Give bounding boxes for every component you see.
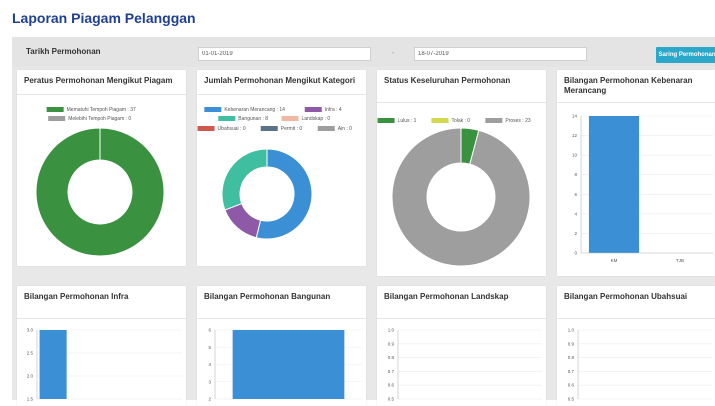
- y-tick-label: 3.0: [27, 328, 34, 333]
- card-kebenaran: Bilangan Permohonan Kebenaran Merancang …: [557, 70, 715, 276]
- date-from-input[interactable]: [198, 47, 371, 61]
- y-tick-label: 4: [574, 211, 577, 216]
- date-filter-label: Tarikh Permohonan: [26, 47, 101, 56]
- legend-swatch: [431, 118, 449, 123]
- card-piagam: Peratus Permohonan Mengikut Piagam Memat…: [17, 70, 186, 266]
- bar: [588, 116, 640, 253]
- legend-swatch: [48, 116, 66, 121]
- y-tick-label: 12: [572, 133, 578, 138]
- legend-label: Ubahsuai : 0: [218, 126, 246, 132]
- y-tick-label: 4: [208, 362, 211, 367]
- y-tick-label: 14: [572, 114, 578, 119]
- filter-applications-button[interactable]: Saring Permohonan: [656, 47, 715, 63]
- legend-swatch: [46, 107, 64, 112]
- y-tick-label: 1.0: [388, 328, 395, 333]
- y-tick-label: 5: [208, 345, 211, 350]
- legend-label: Mematuhi Tempoh Piagam : 37: [67, 107, 136, 113]
- legend-swatch: [260, 126, 278, 131]
- legend-label: Kebenaran Merancang : 14: [224, 107, 285, 113]
- y-tick-label: 0.5: [568, 397, 575, 402]
- y-tick-label: 2.0: [27, 374, 34, 379]
- legend-label: Bangunan : 8: [238, 116, 268, 122]
- date-to-input[interactable]: [414, 47, 587, 61]
- y-tick-label: 2.5: [27, 351, 34, 356]
- legend-swatch: [204, 107, 222, 112]
- card-infra: Bilangan Permohonan Infra 1.5 2.0 2.5 3.0: [17, 286, 186, 406]
- x-tick-label: KM: [611, 258, 618, 263]
- legend-swatch: [485, 118, 503, 123]
- card-ubahsuai: Bilangan Permohonan Ubahsuai 0.5 0.6 0.7 0.…: [557, 286, 715, 406]
- legend-label: Ain : 0: [338, 126, 352, 132]
- y-tick-label: 0.9: [388, 341, 395, 346]
- y-tick-label: 6: [574, 192, 577, 197]
- kebenaran-bar-chart: 0 2 4 6 8 10 12 14 KM TJB: [572, 114, 713, 263]
- date-range-separator: -: [392, 50, 395, 57]
- legend-label: Infra : 4: [325, 107, 342, 113]
- y-tick-label: 0.9: [568, 341, 575, 346]
- donut-slice: [35, 127, 165, 257]
- page-title: Laporan Piagam Pelanggan: [12, 10, 196, 26]
- legend-label: Landskap : 0: [302, 116, 331, 122]
- donut-slice: [221, 148, 268, 211]
- infra-bar-chart: 1.5 2.0 2.5 3.0: [27, 328, 182, 402]
- donut-slice: [224, 202, 262, 239]
- y-tick-label: 0.7: [388, 369, 395, 374]
- landskap-bar-chart: 0.5 0.6 0.7 0.8 0.9 1.0: [388, 328, 542, 402]
- y-tick-label: 10: [572, 153, 578, 158]
- y-tick-label: 0.8: [388, 355, 395, 360]
- x-tick-label: TJB: [676, 258, 684, 263]
- legend-label: Tolak : 0: [451, 118, 470, 124]
- y-tick-label: 1.0: [568, 328, 575, 333]
- kategori-donut-chart: Kebenaran Merancang : 14 Infra : 4 Banguna…: [197, 107, 352, 240]
- bar: [39, 330, 67, 399]
- legend-swatch: [377, 118, 395, 123]
- legend-swatch: [218, 116, 236, 121]
- filter-bar: Tarikh Permohonan - Saring Permohonan: [12, 37, 715, 67]
- y-tick-label: 1.5: [27, 397, 34, 402]
- card-bangunan: Bilangan Permohonan Bangunan 23456: [197, 286, 366, 406]
- y-tick-label: 0.7: [568, 369, 575, 374]
- bar: [232, 330, 345, 399]
- card-status: Status Keseluruhan Permohonan Lulus : 1T…: [377, 70, 546, 276]
- y-tick-label: 0.8: [568, 355, 575, 360]
- legend-swatch: [281, 116, 299, 121]
- y-tick-label: 0.6: [388, 383, 395, 388]
- y-tick-label: 0: [574, 251, 577, 256]
- y-tick-label: 2: [208, 397, 211, 402]
- legend-swatch: [317, 126, 335, 131]
- legend-swatch: [197, 126, 215, 131]
- y-tick-label: 6: [208, 328, 211, 333]
- y-tick-label: 8: [574, 172, 577, 177]
- piagam-donut-chart: Mematuhi Tempoh Piagam : 37 Melebihi Temp…: [35, 107, 165, 257]
- y-tick-label: 2: [574, 231, 577, 236]
- legend-swatch: [304, 107, 322, 112]
- legend-label: Proses : 23: [505, 118, 531, 124]
- legend-label: Melebihi Tempoh Piagam : 0: [68, 116, 131, 122]
- y-tick-label: 0.6: [568, 383, 575, 388]
- status-donut-chart: Lulus : 1 Tolak : 0 Proses : 23: [377, 118, 531, 267]
- card-kategori: Jumlah Permohonan Mengikut Kategori Kebe…: [197, 70, 366, 266]
- y-tick-label: 3: [208, 379, 211, 384]
- bangunan-bar-chart: 2 3 4 5 6: [208, 328, 362, 402]
- ubahsuai-bar-chart: 0.5 0.6 0.7 0.8 0.9 1.0: [568, 328, 712, 402]
- card-landskap: Bilangan Permohonan Landskap 0.5 0.6 0.7 0.…: [377, 286, 546, 406]
- y-tick-label: 0.5: [388, 397, 395, 402]
- donut-slice: [391, 127, 531, 267]
- legend-label: Lulus : 1: [398, 118, 417, 124]
- legend-label: Permit : 0: [281, 126, 303, 132]
